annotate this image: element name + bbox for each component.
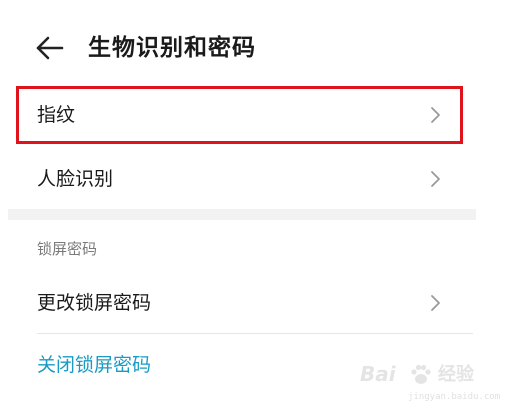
highlight-annotation — [16, 86, 463, 144]
watermark-url: jingyan.baidu.com — [408, 392, 501, 402]
watermark-logo: Bai — [360, 360, 396, 388]
change-lock-password-label: 更改锁屏密码 — [37, 292, 152, 314]
watermark-logo-text: Bai — [360, 362, 396, 386]
section-header-lock-screen: 锁屏密码 — [37, 240, 98, 258]
divider — [37, 333, 473, 334]
disable-lock-password-label: 关闭锁屏密码 — [37, 354, 152, 376]
section-separator — [8, 209, 476, 220]
back-arrow-icon — [36, 36, 64, 60]
back-button[interactable] — [28, 30, 68, 66]
watermark-suffix: 经验 — [438, 364, 474, 385]
header: 生物识别和密码 — [0, 0, 528, 90]
list-item-face-recognition[interactable]: 人脸识别 — [0, 150, 476, 208]
page-title: 生物识别和密码 — [88, 35, 256, 61]
chevron-right-icon — [428, 170, 442, 188]
face-recognition-label: 人脸识别 — [37, 168, 114, 190]
paw-icon — [408, 362, 434, 392]
list-item-change-lock-password[interactable]: 更改锁屏密码 — [0, 274, 476, 332]
chevron-right-icon — [428, 294, 442, 312]
watermark: Bai 经验 jingyan.baidu.com — [360, 360, 510, 410]
